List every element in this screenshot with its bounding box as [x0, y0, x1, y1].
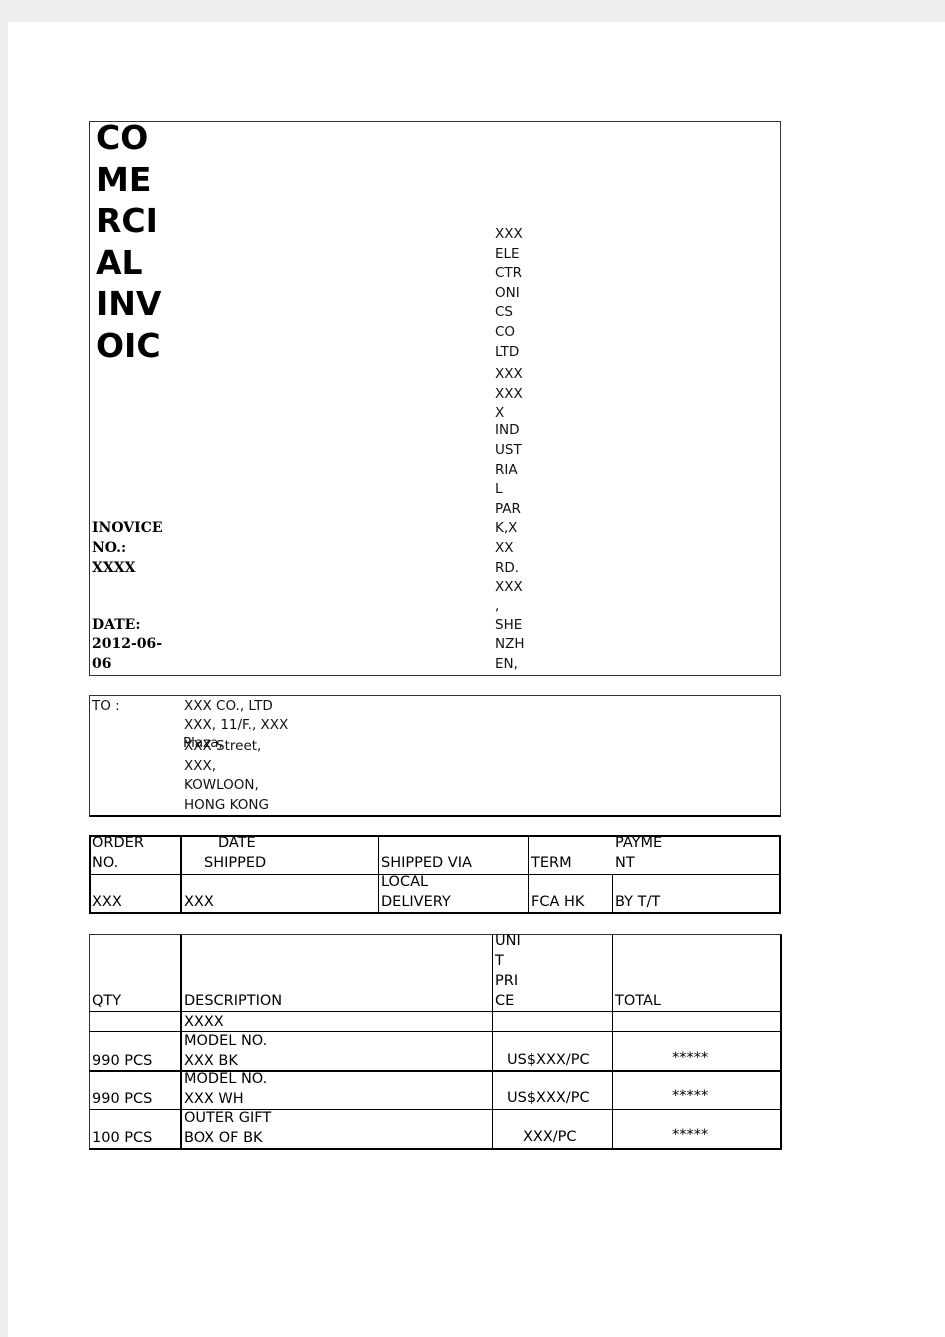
- header-qty: QTY: [92, 993, 122, 1009]
- title-line: CO: [96, 118, 149, 157]
- company-address-line: RD.: [495, 560, 520, 576]
- company-address-line: NZH: [495, 636, 525, 652]
- company-address-line: PAR: [495, 501, 521, 517]
- header-payment: NT: [615, 855, 635, 871]
- company-address-line: UST: [495, 442, 522, 458]
- company-address-line: L: [495, 481, 503, 497]
- item-unit-price: XXX/PC: [523, 1129, 577, 1145]
- header-term: TERM: [531, 855, 572, 871]
- item-total: *****: [672, 1127, 709, 1143]
- header-payment: PAYME: [615, 835, 663, 851]
- title-line: AL: [96, 243, 143, 282]
- company-address-line: K,X: [495, 520, 518, 536]
- header-date-shipped: DATE: [218, 835, 256, 851]
- header-box: [89, 121, 781, 676]
- header-order-no: ORDER: [92, 835, 144, 851]
- header-description: DESCRIPTION: [184, 993, 283, 1009]
- item-unit-price: US$XXX/PC: [507, 1052, 590, 1068]
- recipient-overlap-text: Plaza,: [183, 735, 223, 751]
- item-qty: 990 PCS: [92, 1091, 153, 1107]
- item-description: BOX OF BK: [184, 1130, 263, 1146]
- to-label: TO :: [92, 698, 120, 714]
- header-unit-price: T: [495, 953, 504, 969]
- item-unit-price: US$XXX/PC: [507, 1090, 590, 1106]
- recipient-line: XXX, 11/F., XXX: [184, 717, 289, 733]
- header-unit-price: UNI: [495, 933, 521, 949]
- company-address-line: EN,: [495, 656, 518, 672]
- date-line: 2012-06-: [92, 636, 163, 652]
- company-address-line: XXX: [495, 579, 523, 595]
- company-address-line: LTD: [495, 344, 520, 360]
- company-address-line: SHE: [495, 617, 523, 633]
- header-shipped-via: SHIPPED VIA: [381, 855, 472, 871]
- item-description: MODEL NO.: [184, 1033, 268, 1049]
- invoice-no-line: INOVICE: [92, 520, 163, 536]
- header-unit-price: PRI: [495, 973, 519, 989]
- title-line: ME: [96, 160, 152, 199]
- company-address-line: XXX: [495, 366, 523, 382]
- company-address-line: CO: [495, 324, 516, 340]
- header-date-shipped: SHIPPED: [204, 855, 267, 871]
- shipped-via-value: DELIVERY: [381, 894, 451, 910]
- company-address-line: XXX: [495, 226, 523, 242]
- company-address-line: ,: [495, 598, 500, 614]
- item-description: XXX BK: [184, 1053, 238, 1069]
- date-line: 06: [92, 656, 112, 672]
- term-value: FCA HK: [531, 894, 585, 910]
- company-address-line: CS: [495, 304, 513, 320]
- recipient-line: HONG KONG: [184, 797, 269, 813]
- header-unit-price: CE: [495, 993, 515, 1009]
- date-line: DATE:: [92, 617, 141, 633]
- title-line: OIC: [96, 326, 161, 365]
- company-address-line: ONI: [495, 285, 520, 301]
- recipient-line: XXX CO., LTD: [184, 698, 273, 714]
- recipient-line: KOWLOON,: [184, 777, 259, 793]
- item-description: MODEL NO.: [184, 1071, 268, 1087]
- header-order-no: NO.: [92, 855, 119, 871]
- invoice-no-value: XXXX: [92, 560, 136, 576]
- recipient-line: XXX,: [184, 758, 217, 774]
- invoice-no-line: NO.:: [92, 540, 127, 556]
- company-address-line: CTR: [495, 265, 523, 281]
- company-address-line: ELE: [495, 246, 520, 262]
- item-description: XXX WH: [184, 1091, 244, 1107]
- item-total: *****: [672, 1050, 709, 1066]
- shipped-via-value: LOCAL: [381, 874, 429, 890]
- item-description: XXXX: [184, 1014, 224, 1030]
- date-shipped-value: XXX: [184, 894, 214, 910]
- company-address-line: IND: [495, 422, 520, 438]
- title-line: RCI: [96, 201, 158, 240]
- header-total: TOTAL: [615, 993, 661, 1009]
- item-total: *****: [672, 1088, 709, 1104]
- title-line: INV: [96, 284, 162, 323]
- item-qty: 100 PCS: [92, 1130, 153, 1146]
- company-address-line: XX: [495, 540, 514, 556]
- company-address-line: XXX: [495, 386, 523, 402]
- order-no-value: XXX: [92, 894, 122, 910]
- company-address-line: RIA: [495, 462, 518, 478]
- payment-value: BY T/T: [615, 894, 661, 910]
- item-qty: 990 PCS: [92, 1053, 153, 1069]
- company-address-line: X: [495, 405, 505, 421]
- item-description: OUTER GIFT: [184, 1110, 272, 1126]
